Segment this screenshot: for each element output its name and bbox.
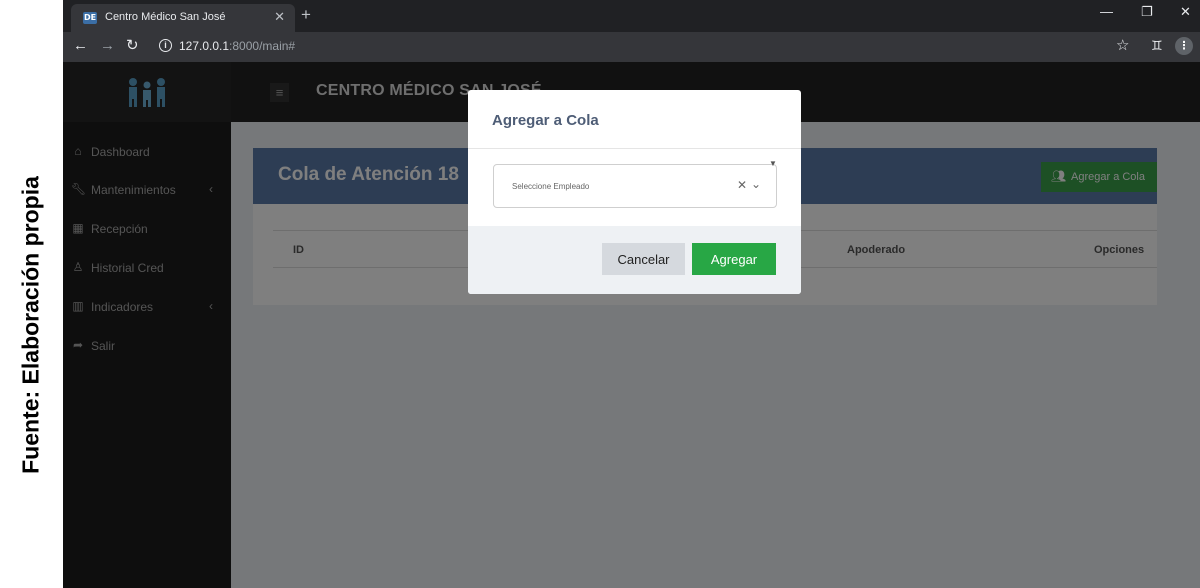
minimize-icon[interactable]: — <box>1100 4 1113 19</box>
address-bar: ← → ↻ i 127.0.0.1:8000/main# ☆ ♊ ⋮ <box>63 32 1200 62</box>
add-button[interactable]: Agregar <box>692 243 776 275</box>
url-field[interactable]: i 127.0.0.1:8000/main# <box>153 36 1073 58</box>
url-path: :8000/main# <box>229 39 296 53</box>
back-icon[interactable]: ← <box>73 38 88 54</box>
modal-divider <box>468 148 801 149</box>
employee-select[interactable]: ▼ Seleccione Empleado ✕ ⌄ <box>493 159 777 208</box>
favicon-icon: DE <box>83 12 97 24</box>
add-to-queue-modal: Agregar a Cola ▼ Seleccione Empleado ✕ ⌄… <box>468 90 801 294</box>
modal-title: Agregar a Cola <box>492 112 599 129</box>
forward-icon[interactable]: → <box>100 38 115 54</box>
caret-down-icon: ▼ <box>769 159 777 168</box>
modal-footer: Cancelar Agregar <box>468 226 801 294</box>
incognito-icon[interactable]: ♊ <box>1151 38 1163 54</box>
restore-icon[interactable]: ❐ <box>1141 4 1153 20</box>
browser-window: DE Centro Médico San José ✕ + — ❐ ✕ ← → … <box>63 0 1200 588</box>
star-icon[interactable]: ☆ <box>1116 38 1129 54</box>
cancel-button[interactable]: Cancelar <box>602 243 685 275</box>
url-text: 127.0.0.1:8000/main# <box>179 39 295 53</box>
url-host: 127.0.0.1 <box>179 39 230 53</box>
tab-title: Centro Médico San José <box>105 11 226 23</box>
app-viewport: ⌂ Dashboard 🔧︎ Mantenimientos ‹ ▦ Recepc… <box>63 62 1200 588</box>
browser-tab[interactable]: DE Centro Médico San José ✕ <box>71 4 295 32</box>
menu-icon[interactable]: ⋮ <box>1175 37 1193 55</box>
close-icon[interactable]: ✕ <box>274 9 285 25</box>
figure-caption: Fuente: Elaboración propia <box>17 176 44 474</box>
info-icon[interactable]: i <box>159 39 172 52</box>
figure-caption-strip: Fuente: Elaboración propia <box>0 0 62 588</box>
window-close-icon[interactable]: ✕ <box>1180 4 1191 20</box>
tab-bar: DE Centro Médico San José ✕ + — ❐ ✕ <box>63 0 1200 32</box>
clear-icon[interactable]: ✕ <box>737 178 747 192</box>
employee-select-placeholder: Seleccione Empleado <box>512 182 590 191</box>
new-tab-icon[interactable]: + <box>301 6 311 24</box>
reload-icon[interactable]: ↻ <box>126 38 139 54</box>
chevron-down-icon[interactable]: ⌄ <box>751 177 761 191</box>
